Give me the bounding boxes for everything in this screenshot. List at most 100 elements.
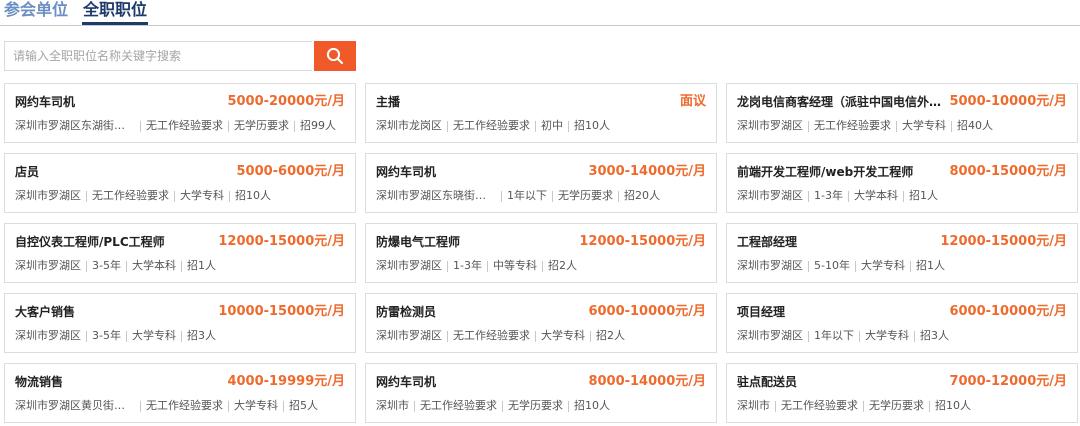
- search-input[interactable]: [4, 41, 312, 71]
- tab-fulltime-jobs[interactable]: 全职职位: [83, 0, 147, 20]
- search-button[interactable]: [314, 41, 356, 71]
- job-headcount: 招10人: [935, 399, 971, 412]
- job-salary: 4000-19999元/月: [227, 374, 345, 389]
- job-education: 大学专科: [902, 119, 946, 132]
- divider: [909, 261, 911, 272]
- job-location: 深圳市: [376, 399, 409, 412]
- divider: [414, 401, 415, 412]
- job-salary: 6000-10000元/月: [949, 304, 1067, 319]
- job-card[interactable]: 自控仪表工程师/PLC工程师 12000-15000元/月 深圳市罗湖区 3-5…: [4, 223, 356, 283]
- divider: [775, 401, 776, 412]
- job-title: 项目经理: [737, 305, 786, 319]
- job-card[interactable]: 项目经理 6000-10000元/月 深圳市罗湖区 1年以下 大学专科 招3人: [726, 293, 1078, 353]
- job-experience: 无工作经验要求: [781, 399, 858, 412]
- job-card[interactable]: 前端开发工程师/web开发工程师 8000-15000元/月 深圳市罗湖区 1-…: [726, 153, 1078, 213]
- job-experience: 无工作经验要求: [814, 119, 891, 132]
- job-experience: 1-3年: [814, 189, 843, 202]
- tab-divider: [0, 25, 1080, 26]
- divider: [914, 331, 915, 342]
- job-meta: 深圳市 无工作经验要求 无学历要求 招10人: [737, 398, 1069, 414]
- job-salary: 10000-15000元/月: [218, 304, 345, 319]
- job-title: 主播: [376, 95, 401, 109]
- divider: [140, 121, 141, 132]
- divider: [535, 331, 536, 342]
- job-headcount: 招40人: [957, 119, 993, 132]
- job-experience: 无工作经验要求: [453, 119, 530, 132]
- job-card[interactable]: 龙岗电信商客经理（派驻中国电信外... 5000-10000元/月 深圳市罗湖区…: [726, 83, 1078, 143]
- divider: [501, 191, 502, 202]
- divider: [808, 121, 809, 132]
- divider: [502, 401, 503, 412]
- job-meta: 深圳市罗湖区 1年以下 大学专科 招3人: [737, 328, 1069, 344]
- job-salary: 8000-15000元/月: [949, 164, 1067, 179]
- job-experience: 无工作经验要求: [146, 399, 223, 412]
- job-salary: 6000-10000元/月: [588, 304, 706, 319]
- divider: [808, 261, 809, 272]
- divider: [541, 261, 543, 272]
- job-card[interactable]: 驻点配送员 7000-12000元/月 深圳市 无工作经验要求 无学历要求 招1…: [726, 363, 1078, 423]
- job-salary: 12000-15000元/月: [940, 234, 1067, 249]
- job-card[interactable]: 防爆电气工程师 12000-15000元/月 深圳市罗湖区 1-3年 中等专科 …: [365, 223, 717, 283]
- job-title: 网约车司机: [376, 375, 437, 389]
- job-headcount: 招3人: [920, 329, 949, 342]
- job-card[interactable]: 主播 面议 深圳市龙岗区 无工作经验要求 初中 招10人: [365, 83, 717, 143]
- job-salary: 5000-10000元/月: [949, 94, 1067, 109]
- job-salary: 8000-14000元/月: [588, 374, 706, 389]
- divider: [447, 121, 448, 132]
- job-title: 自控仪表工程师/PLC工程师: [15, 235, 165, 249]
- search-icon: [326, 47, 344, 65]
- job-title: 前端开发工程师/web开发工程师: [737, 165, 914, 179]
- job-title: 物流销售: [15, 375, 64, 389]
- job-salary: 面议: [679, 94, 706, 109]
- job-meta: 深圳市罗湖区黄贝街道... 无工作经验要求 大学专科 招5人: [15, 398, 347, 414]
- divider: [618, 191, 619, 202]
- job-card[interactable]: 网约车司机 3000-14000元/月 深圳市罗湖区东晓街道... 1年以下 无…: [365, 153, 717, 213]
- divider: [902, 191, 904, 202]
- job-salary: 12000-15000元/月: [218, 234, 345, 249]
- job-headcount: 招10人: [235, 189, 271, 202]
- job-meta: 深圳市罗湖区 3-5年 大学本科 招1人: [15, 258, 347, 274]
- divider: [125, 261, 127, 272]
- job-card[interactable]: 网约车司机 5000-20000元/月 深圳市罗湖区东湖街道... 无工作经验要…: [4, 83, 356, 143]
- job-card[interactable]: 网约车司机 8000-14000元/月 深圳市 无工作经验要求 无学历要求 招1…: [365, 363, 717, 423]
- job-location: 深圳市: [737, 399, 770, 412]
- job-card[interactable]: 物流销售 4000-19999元/月 深圳市罗湖区黄贝街道... 无工作经验要求…: [4, 363, 356, 423]
- job-title: 大客户销售: [15, 305, 76, 319]
- job-headcount: 招1人: [186, 259, 216, 272]
- job-meta: 深圳市 无工作经验要求 无学历要求 招10人: [376, 398, 708, 414]
- job-card[interactable]: 防雷检测员 6000-10000元/月 深圳市罗湖区 无工作经验要求 大学专科 …: [365, 293, 717, 353]
- job-salary: 12000-15000元/月: [579, 234, 706, 249]
- job-salary: 3000-14000元/月: [588, 164, 706, 179]
- job-card[interactable]: 店员 5000-6000元/月 深圳市罗湖区 无工作经验要求 大学专科 招10人: [4, 153, 356, 213]
- tab-exhibitors[interactable]: 参会单位: [4, 0, 68, 20]
- job-meta: 深圳市龙岗区 无工作经验要求 初中 招10人: [376, 118, 708, 134]
- job-card[interactable]: 大客户销售 10000-15000元/月 深圳市罗湖区 3-5年 大学专科 招3…: [4, 293, 356, 353]
- job-headcount: 招1人: [908, 189, 938, 202]
- job-education: 大学专科: [131, 329, 176, 342]
- job-experience: 5-10年: [814, 259, 850, 272]
- job-meta: 深圳市罗湖区 无工作经验要求 大学专科 招40人: [737, 118, 1069, 134]
- job-meta: 深圳市罗湖区 5-10年 大学专科 招1人: [737, 258, 1069, 274]
- job-education: 无学历要求: [558, 189, 613, 202]
- job-headcount: 招99人: [300, 119, 336, 132]
- divider: [228, 121, 229, 132]
- job-education: 大学专科: [865, 329, 909, 342]
- job-headcount: 招3人: [186, 329, 216, 342]
- job-education: 初中: [541, 119, 563, 132]
- divider: [896, 121, 897, 132]
- job-education: 大学专科: [860, 259, 905, 272]
- job-location: 深圳市罗湖区: [376, 329, 442, 342]
- job-experience: 无工作经验要求: [146, 119, 223, 132]
- divider: [863, 401, 864, 412]
- job-location: 深圳市罗湖区东晓街道...: [376, 189, 496, 202]
- job-meta: 深圳市罗湖区 1-3年 大学本科 招1人: [737, 188, 1069, 204]
- divider: [180, 331, 182, 342]
- job-meta: 深圳市罗湖区 3-5年 大学专科 招3人: [15, 328, 347, 344]
- job-experience: 3-5年: [92, 329, 121, 342]
- divider: [847, 191, 849, 202]
- job-location: 深圳市罗湖区: [15, 189, 81, 202]
- divider: [283, 401, 284, 412]
- divider: [228, 401, 229, 412]
- job-location: 深圳市罗湖区黄贝街道...: [15, 399, 135, 412]
- job-card[interactable]: 工程部经理 12000-15000元/月 深圳市罗湖区 5-10年 大学专科 招…: [726, 223, 1078, 283]
